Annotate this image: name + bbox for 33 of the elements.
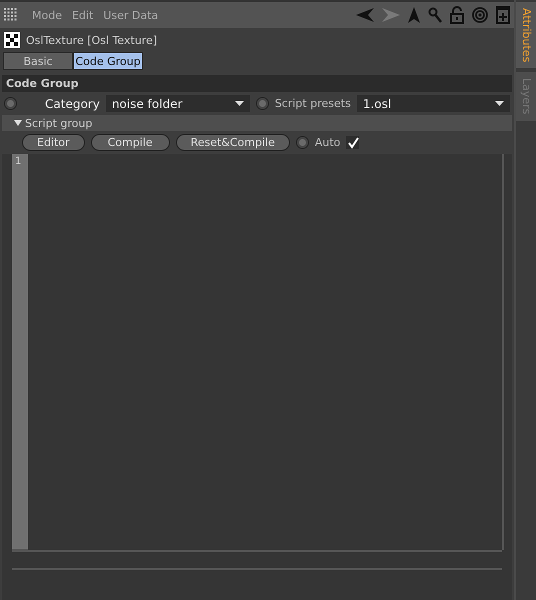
object-title: OslTexture [Osl Texture] bbox=[26, 34, 158, 46]
side-tab[interactable]: Attributes bbox=[516, 2, 536, 68]
horizontal-scrollbar[interactable] bbox=[12, 550, 502, 570]
menu-item[interactable]: Edit bbox=[72, 8, 94, 22]
new-panel-icon[interactable] bbox=[496, 6, 510, 24]
up-arrow-icon[interactable] bbox=[408, 7, 420, 23]
checkbox[interactable] bbox=[346, 136, 360, 149]
tab[interactable]: Basic bbox=[3, 52, 73, 70]
menu-item[interactable]: User Data bbox=[103, 8, 158, 22]
action-button[interactable]: Compile bbox=[90, 134, 170, 151]
grip-icon[interactable] bbox=[4, 8, 18, 22]
dropdown[interactable]: noise folder bbox=[106, 95, 250, 112]
back-arrow-icon[interactable] bbox=[356, 8, 374, 22]
forward-arrow-icon[interactable] bbox=[382, 8, 400, 22]
field-label: Script presets bbox=[274, 97, 351, 110]
line-number: 1 bbox=[14, 155, 22, 169]
section-header: Code Group bbox=[2, 75, 512, 92]
caret-icon[interactable] bbox=[234, 101, 244, 106]
tab[interactable]: Code Group bbox=[73, 52, 143, 70]
code-editor[interactable]: 1 bbox=[12, 154, 504, 550]
target-icon[interactable] bbox=[472, 7, 488, 23]
caret-icon[interactable] bbox=[495, 101, 504, 106]
field-label: Category bbox=[45, 96, 100, 110]
lock-icon[interactable] bbox=[450, 6, 464, 24]
action-button[interactable]: Reset&Compile bbox=[176, 134, 290, 151]
checker-icon bbox=[4, 32, 20, 48]
checkbox-label: Auto bbox=[314, 136, 340, 149]
menu-item[interactable]: Mode bbox=[32, 8, 62, 22]
group-header[interactable]: Script group bbox=[2, 115, 512, 131]
dropdown[interactable]: 1.osl bbox=[356, 95, 510, 112]
caret-icon[interactable] bbox=[14, 120, 22, 126]
action-button[interactable]: Editor bbox=[22, 134, 85, 151]
search-icon[interactable] bbox=[428, 7, 442, 23]
